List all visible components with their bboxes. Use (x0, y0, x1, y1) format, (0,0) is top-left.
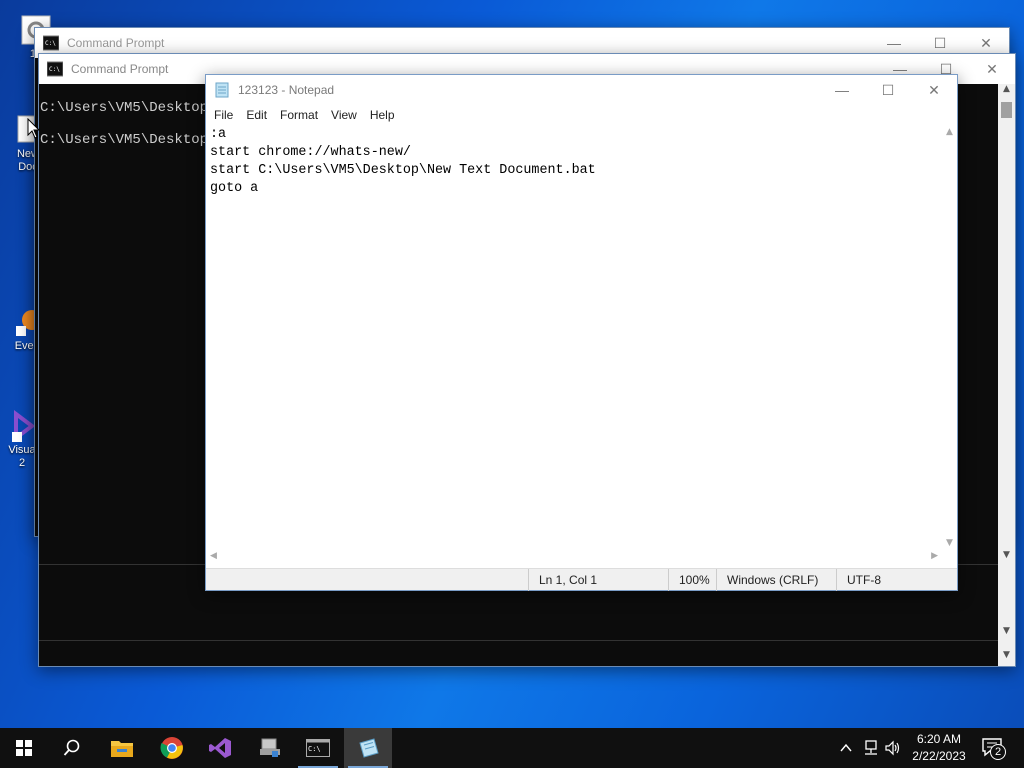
zoom-level: 100% (668, 569, 716, 591)
taskbar-command-prompt[interactable]: C:\ (294, 728, 342, 768)
start-button[interactable] (0, 728, 48, 768)
search-icon (63, 739, 80, 756)
menu-file[interactable]: File (208, 105, 240, 125)
notepad-icon (215, 82, 229, 98)
show-hidden-icons-button[interactable] (838, 740, 854, 756)
scroll-down-arrow[interactable]: ▼ (998, 650, 1015, 664)
taskbar-visual-studio[interactable] (196, 728, 244, 768)
encoding: UTF-8 (836, 569, 956, 591)
taskbar-file-explorer[interactable] (98, 728, 146, 768)
vertical-scrollbar[interactable]: ▲ ▼ ▼ ▼ (998, 84, 1015, 666)
command-prompt-icon: C:\ (43, 35, 59, 51)
menu-format[interactable]: Format (274, 105, 325, 125)
notification-center-button[interactable]: 2 (980, 736, 1010, 760)
speaker-icon (885, 740, 900, 756)
svg-text:C:\: C:\ (308, 745, 321, 753)
scroll-up-arrow[interactable]: ▲ (998, 84, 1015, 98)
visual-studio-icon (209, 738, 231, 758)
clock[interactable]: 6:20 AM 2/22/2023 (906, 730, 972, 766)
scroll-down-arrow[interactable]: ▼ (942, 538, 957, 548)
menu-bar: File Edit Format View Help (206, 105, 957, 125)
notepad-icon (359, 738, 379, 758)
svg-text:C:\: C:\ (49, 66, 60, 73)
chevron-up-icon (840, 743, 852, 752)
svg-text:C:\: C:\ (45, 40, 56, 47)
console-line: C:\Users\VM5\Desktop> (40, 100, 217, 116)
mouse-cursor (27, 118, 41, 139)
taskbar-chrome[interactable] (148, 728, 196, 768)
scroll-down-arrow[interactable]: ▼ (998, 626, 1015, 640)
window-title: Command Prompt (71, 62, 169, 76)
desktop-icon-label: Visua 2 (8, 444, 36, 469)
network-icon (865, 740, 877, 755)
window-title: Command Prompt (67, 36, 165, 50)
taskbar: C:\ 6:20 AM 2/22/2023 2 (0, 728, 1024, 768)
status-bar: Ln 1, Col 1 100% Windows (CRLF) UTF-8 (206, 568, 957, 591)
cursor-position: Ln 1, Col 1 (528, 569, 668, 591)
scrollbar-thumb[interactable] (1001, 102, 1012, 118)
scroll-right-arrow[interactable]: ▶ (931, 551, 938, 561)
notepad-window[interactable]: 123123 - Notepad — ☐ ✕ File Edit Format … (205, 74, 958, 591)
minimize-button[interactable]: — (819, 75, 865, 105)
volume-button[interactable] (884, 739, 902, 757)
line-ending: Windows (CRLF) (716, 569, 836, 591)
taskbar-notepad[interactable] (344, 728, 392, 768)
menu-view[interactable]: View (325, 105, 364, 125)
clock-time: 6:20 AM (916, 732, 962, 746)
scroll-down-arrow[interactable]: ▼ (998, 550, 1015, 564)
file-explorer-icon (111, 741, 133, 757)
maximize-button[interactable]: ☐ (865, 75, 911, 105)
taskbar-network-app[interactable] (246, 728, 294, 768)
clock-date: 2/22/2023 (912, 749, 966, 763)
command-prompt-icon: C:\ (47, 61, 63, 77)
scroll-left-arrow[interactable]: ◀ (210, 551, 217, 561)
search-button[interactable] (48, 728, 96, 768)
close-button[interactable]: ✕ (969, 54, 1015, 84)
text-editor[interactable]: :a start chrome://whats-new/ start C:\Us… (206, 125, 957, 550)
menu-help[interactable]: Help (364, 105, 402, 125)
command-prompt-icon: C:\ (306, 739, 330, 757)
window-title: 123123 - Notepad (238, 83, 335, 97)
close-button[interactable]: ✕ (911, 75, 957, 105)
chrome-icon (160, 737, 183, 759)
notification-badge: 2 (990, 744, 1006, 760)
title-bar[interactable]: 123123 - Notepad — ☐ ✕ (206, 75, 957, 105)
scroll-up-arrow[interactable]: ▲ (942, 127, 957, 137)
start-icon (16, 740, 32, 756)
horizontal-scrollbar[interactable]: ◀ ▶ (206, 550, 942, 565)
editor-content[interactable]: :a start chrome://whats-new/ start C:\Us… (210, 126, 596, 198)
console-line: C:\Users\VM5\Desktop> (40, 132, 217, 148)
network-status-button[interactable] (862, 739, 880, 757)
menu-edit[interactable]: Edit (240, 105, 274, 125)
network-app-icon (260, 738, 280, 757)
vertical-scrollbar[interactable]: ▲ ▼ (942, 125, 957, 550)
